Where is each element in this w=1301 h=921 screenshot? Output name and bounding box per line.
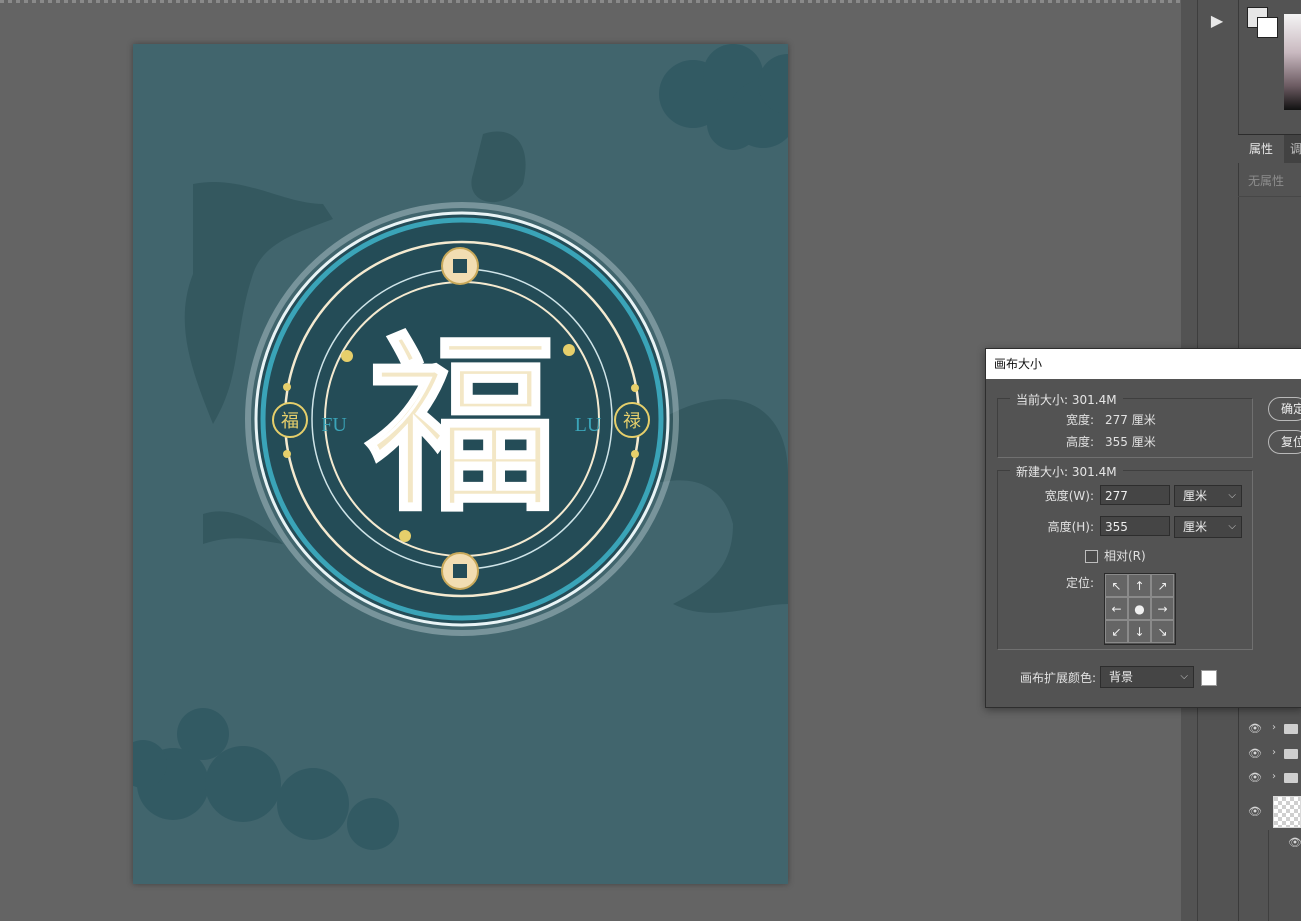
play-icon[interactable]: ▶	[1200, 6, 1234, 34]
height-label: 高度(H):	[1047, 520, 1094, 534]
background-color-swatch[interactable]	[1257, 17, 1278, 38]
extension-color-value: 背景	[1109, 670, 1134, 684]
height-unit-value: 厘米	[1183, 520, 1208, 534]
properties-panel-tabs: 属性 调	[1238, 134, 1301, 163]
chevron-down-icon: ⌵	[1228, 521, 1236, 532]
reset-button[interactable]: 复位	[1268, 430, 1301, 454]
color-picker-field[interactable]	[1284, 14, 1301, 110]
visibility-eye-icon[interactable]: 👁	[1288, 836, 1301, 850]
anchor-label: 定位:	[1065, 576, 1094, 590]
tab-properties[interactable]: 属性	[1238, 135, 1284, 163]
chevron-right-icon[interactable]: ›	[1272, 771, 1276, 782]
layer-column-divider	[1268, 830, 1269, 921]
width-unit-select[interactable]: 厘米 ⌵	[1174, 485, 1242, 507]
width-unit-value: 厘米	[1183, 489, 1208, 503]
layer-row[interactable]: 👁 ›	[1238, 767, 1301, 791]
canvas-size-dialog: 画布大小 当前大小: 301.4M 宽度: 277 厘米 高度: 355 厘米 …	[985, 348, 1301, 708]
extension-color-label: 画布扩展颜色:	[1019, 671, 1096, 685]
chevron-right-icon[interactable]: ›	[1272, 722, 1276, 733]
anchor-top-right-arrow-icon[interactable]: ↗	[1151, 574, 1174, 597]
layer-row[interactable]: 👁 ›	[1238, 743, 1301, 767]
visibility-eye-icon[interactable]: 👁	[1248, 722, 1262, 736]
folder-icon	[1284, 724, 1298, 734]
visibility-eye-icon[interactable]: 👁	[1248, 771, 1262, 785]
layer-row[interactable]: 👁 ›	[1238, 718, 1301, 742]
cloud-decoration-bottom	[133, 708, 399, 850]
anchor-bottom-arrow-icon[interactable]: ↓	[1128, 620, 1151, 643]
extension-color-select[interactable]: 背景 ⌵	[1100, 666, 1194, 688]
height-unit-select[interactable]: 厘米 ⌵	[1174, 516, 1242, 538]
cloud-decoration-top	[659, 44, 788, 150]
anchor-top-arrow-icon[interactable]: ↑	[1128, 574, 1151, 597]
width-input[interactable]: 277	[1100, 485, 1170, 505]
current-height-value: 355 厘米	[1105, 435, 1156, 449]
anchor-bottom-right-arrow-icon[interactable]: ↘	[1151, 620, 1174, 643]
width-label: 宽度(W):	[1044, 489, 1094, 503]
anchor-left-arrow-icon[interactable]: ←	[1105, 597, 1128, 620]
ok-button[interactable]: 确定	[1268, 397, 1301, 421]
fu-text: FU	[321, 414, 347, 436]
folder-icon	[1284, 749, 1298, 759]
visibility-eye-icon[interactable]: 👁	[1248, 747, 1262, 761]
chevron-right-icon[interactable]: ›	[1272, 747, 1276, 758]
current-width-label: 宽度:	[1065, 413, 1094, 427]
ruler-edge	[0, 0, 1196, 3]
anchor-top-left-arrow-icon[interactable]: ↖	[1105, 574, 1128, 597]
visibility-eye-icon[interactable]: 👁	[1248, 805, 1262, 819]
panel-divider	[1238, 196, 1301, 197]
document-canvas[interactable]: 福 禄 FU LU 福	[133, 44, 788, 884]
folder-icon	[1284, 773, 1298, 783]
relative-label[interactable]: 相对(R)	[1104, 547, 1146, 564]
fu-badge-char: 福	[281, 411, 299, 432]
coin-top	[441, 247, 479, 285]
current-width-value: 277 厘米	[1105, 413, 1156, 427]
chevron-down-icon: ⌵	[1228, 490, 1236, 501]
layer-thumbnail[interactable]	[1273, 796, 1301, 828]
lu-badge-char: 禄	[623, 411, 641, 432]
extension-color-swatch[interactable]	[1201, 670, 1217, 686]
anchor-right-arrow-icon[interactable]: →	[1151, 597, 1174, 620]
fu-main-character: 福	[366, 314, 557, 537]
no-properties-text: 无属性	[1248, 174, 1285, 188]
relative-checkbox[interactable]	[1085, 550, 1098, 563]
layers-panel: 👁 › 👁 › 👁 › 👁 👁	[1238, 706, 1301, 921]
current-size-legend: 当前大小: 301.4M	[1010, 391, 1123, 408]
coin-bottom	[441, 552, 479, 590]
dialog-title[interactable]: 画布大小	[986, 349, 1301, 379]
tab-adjustments[interactable]: 调	[1290, 135, 1301, 163]
new-size-legend: 新建大小: 301.4M	[1010, 463, 1123, 480]
lu-text: LU	[575, 414, 602, 436]
poster-artwork: 福 禄 FU LU 福	[133, 44, 788, 850]
anchor-grid: ↖ ↑ ↗ ← ● → ↙ ↓ ↘	[1104, 573, 1176, 645]
current-size-group: 当前大小: 301.4M 宽度: 277 厘米 高度: 355 厘米	[997, 391, 1253, 458]
chevron-down-icon: ⌵	[1180, 671, 1188, 682]
anchor-center-dot-icon[interactable]: ●	[1128, 597, 1151, 620]
anchor-bottom-left-arrow-icon[interactable]: ↙	[1105, 620, 1128, 643]
height-input[interactable]: 355	[1100, 516, 1170, 536]
current-height-label: 高度:	[1065, 435, 1094, 449]
